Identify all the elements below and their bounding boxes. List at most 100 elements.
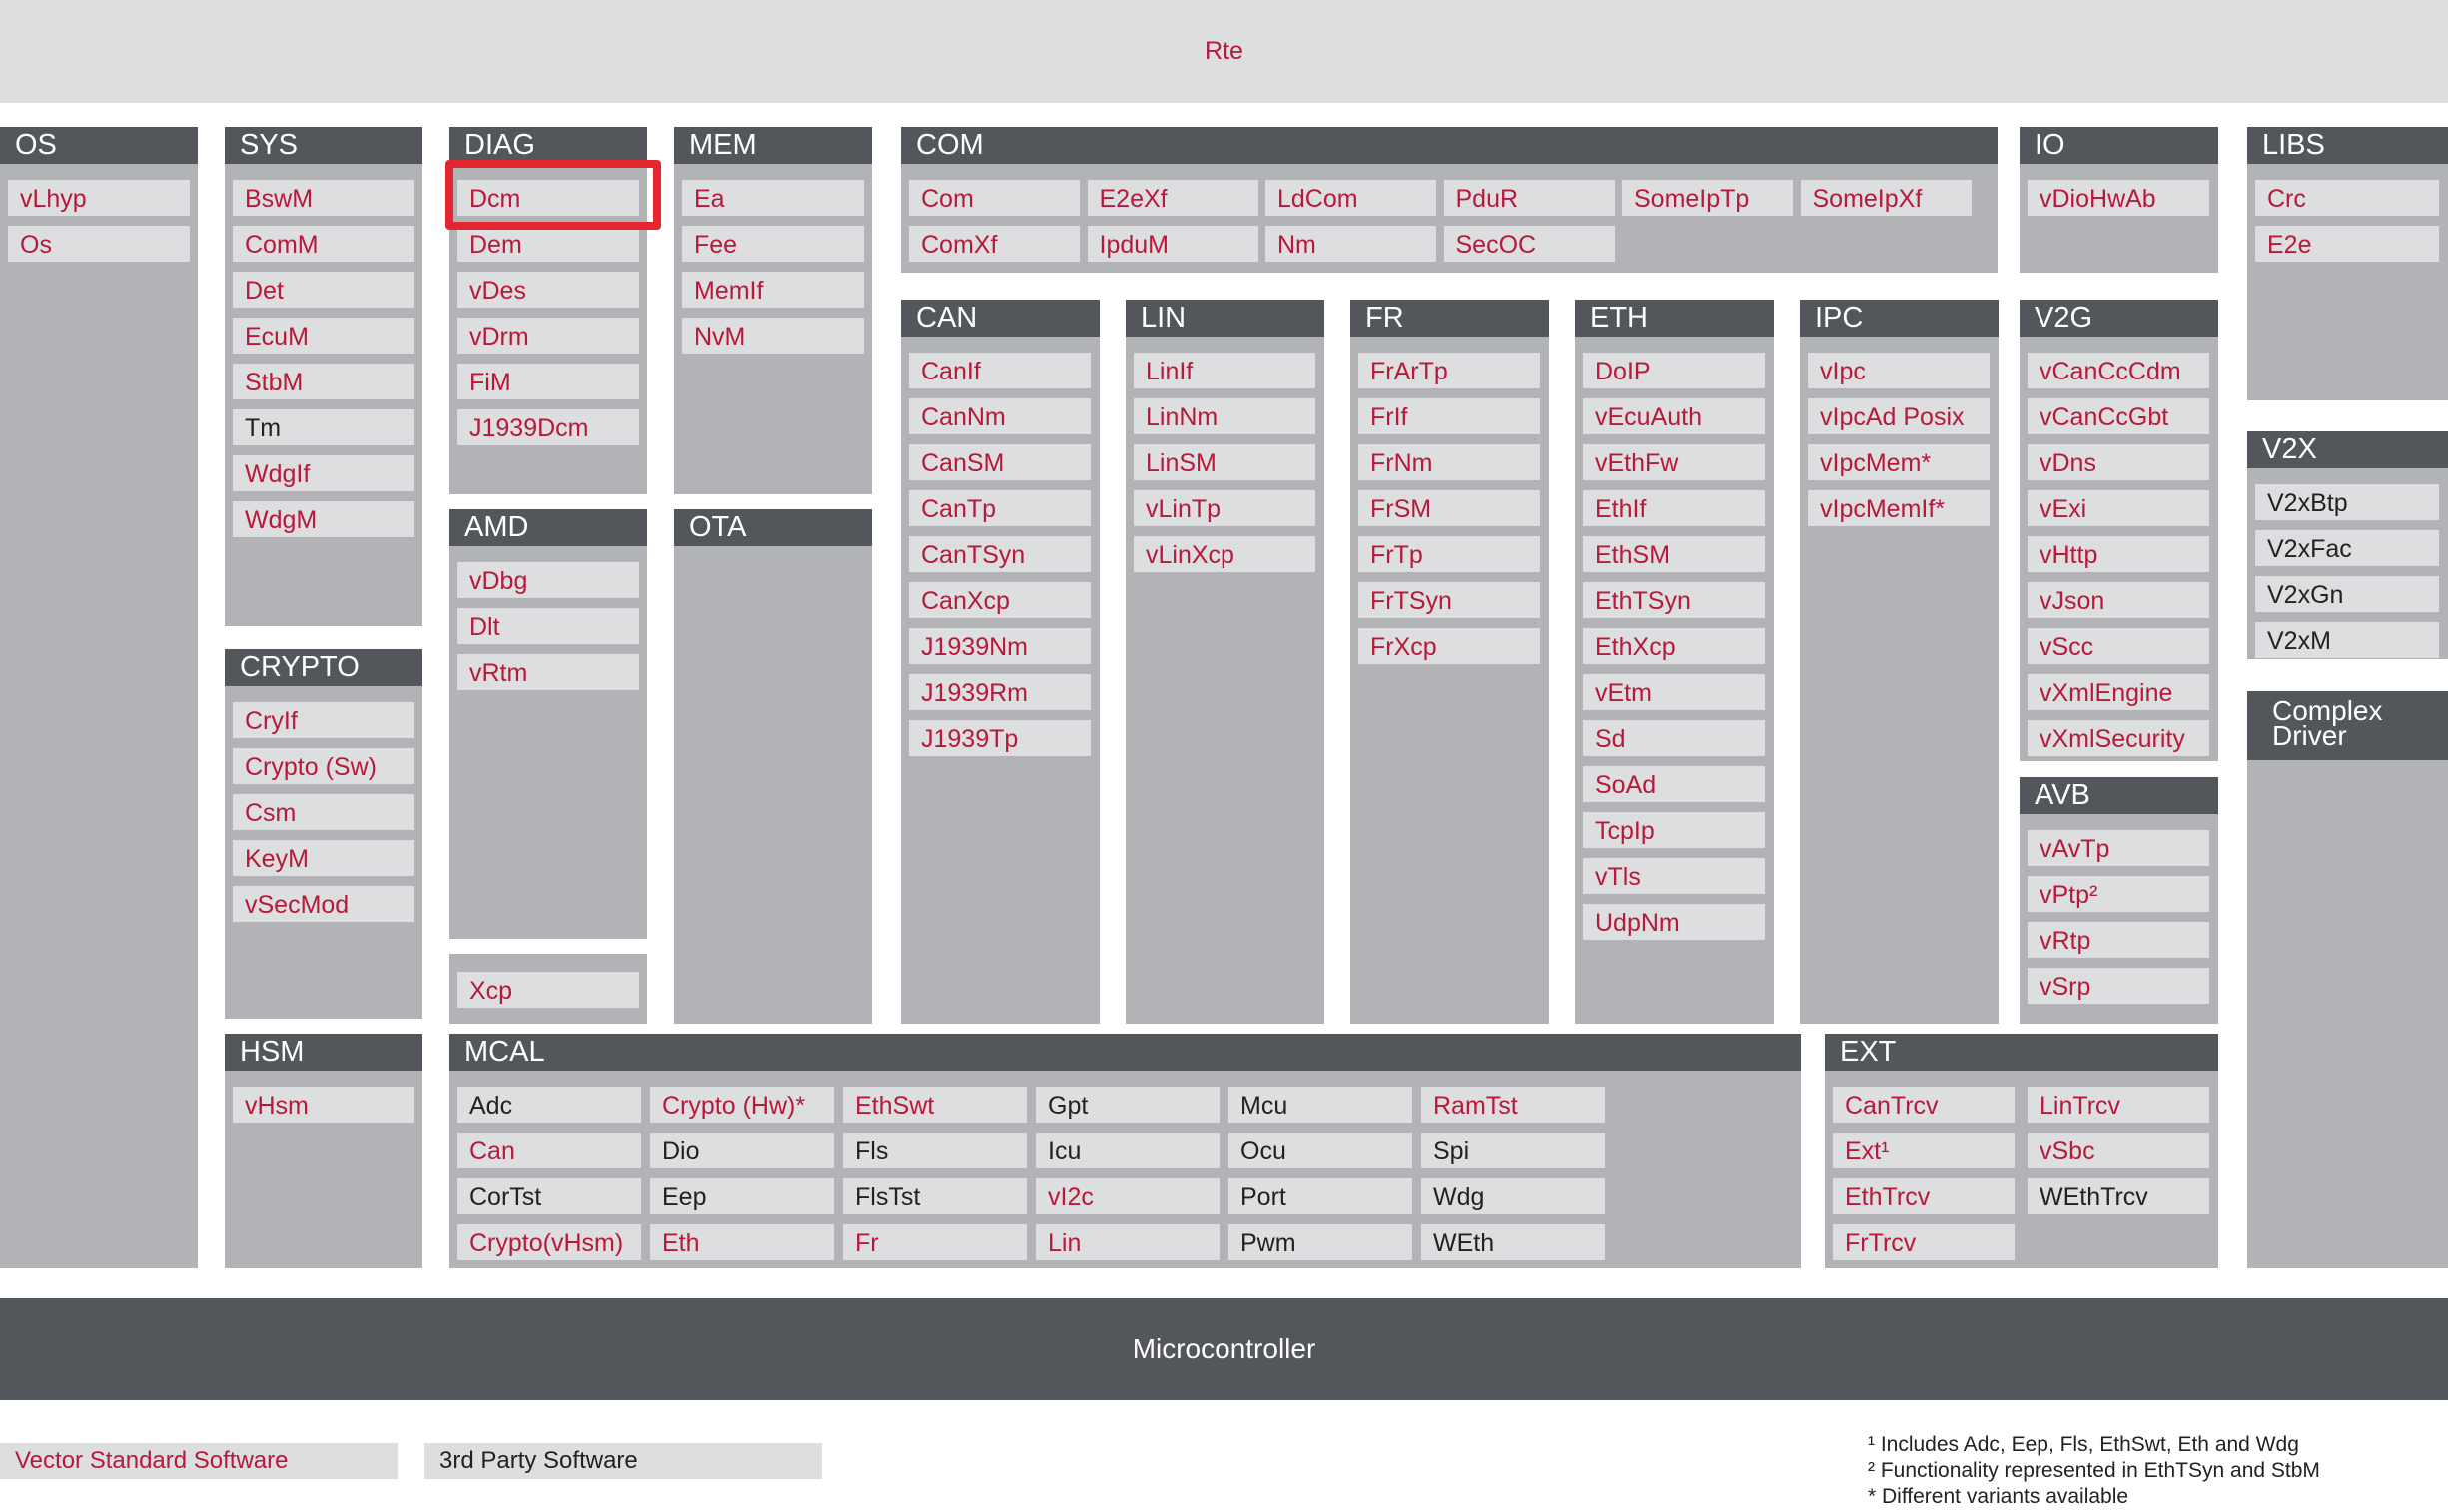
module-linnm[interactable]: LinNm — [1134, 398, 1315, 434]
module-someipxf[interactable]: SomeIpXf — [1800, 180, 1972, 216]
module-sd[interactable]: Sd — [1583, 720, 1765, 756]
module-ldcom[interactable]: LdCom — [1265, 180, 1436, 216]
module-vdns[interactable]: vDns — [2028, 444, 2209, 480]
module-nm[interactable]: Nm — [1265, 226, 1436, 262]
module-vexi[interactable]: vExi — [2028, 490, 2209, 526]
module-crc[interactable]: Crc — [2255, 180, 2439, 216]
module-secoc[interactable]: SecOC — [1443, 226, 1615, 262]
module-fr[interactable]: Fr — [843, 1224, 1027, 1260]
module-tcpip[interactable]: TcpIp — [1583, 812, 1765, 848]
module-vcanccgbt[interactable]: vCanCcGbt — [2028, 398, 2209, 434]
module-cannm[interactable]: CanNm — [909, 398, 1091, 434]
module-vdiohwab[interactable]: vDioHwAb — [2028, 180, 2209, 216]
module-crypto-hw[interactable]: Crypto (Hw)* — [650, 1087, 834, 1123]
module-cansm[interactable]: CanSM — [909, 444, 1091, 480]
module-gpt[interactable]: Gpt — [1036, 1087, 1220, 1123]
module-cryif[interactable]: CryIf — [233, 702, 414, 738]
module-vptp[interactable]: vPtp² — [2028, 876, 2209, 912]
module-comm[interactable]: ComM — [233, 226, 414, 262]
module-mcu[interactable]: Mcu — [1228, 1087, 1412, 1123]
module-j1939tp[interactable]: J1939Tp — [909, 720, 1091, 756]
module-vdbg[interactable]: vDbg — [457, 562, 639, 598]
module-canxcp[interactable]: CanXcp — [909, 582, 1091, 618]
module-cantrcv[interactable]: CanTrcv — [1833, 1087, 2015, 1123]
module-lintrcv[interactable]: LinTrcv — [2028, 1087, 2209, 1123]
module-frxcp[interactable]: FrXcp — [1358, 628, 1540, 664]
module-comxf[interactable]: ComXf — [909, 226, 1080, 262]
module-frif[interactable]: FrIf — [1358, 398, 1540, 434]
module-vsbc[interactable]: vSbc — [2028, 1133, 2209, 1168]
module-vdrm[interactable]: vDrm — [457, 318, 639, 354]
module-eep[interactable]: Eep — [650, 1178, 834, 1214]
module-vlhyp[interactable]: vLhyp — [8, 180, 190, 216]
module-ethswt[interactable]: EthSwt — [843, 1087, 1027, 1123]
module-vavtp[interactable]: vAvTp — [2028, 830, 2209, 866]
module-pwm[interactable]: Pwm — [1228, 1224, 1412, 1260]
module-fls[interactable]: Fls — [843, 1133, 1027, 1168]
module-fee[interactable]: Fee — [682, 226, 864, 262]
module-vcancccdm[interactable]: vCanCcCdm — [2028, 353, 2209, 388]
module-lin[interactable]: Lin — [1036, 1224, 1220, 1260]
module-port[interactable]: Port — [1228, 1178, 1412, 1214]
module-flstst[interactable]: FlsTst — [843, 1178, 1027, 1214]
module-wdgif[interactable]: WdgIf — [233, 455, 414, 491]
module-vetm[interactable]: vEtm — [1583, 674, 1765, 710]
module-vipc[interactable]: vIpc — [1808, 353, 1990, 388]
module-weth[interactable]: WEth — [1421, 1224, 1605, 1260]
module-tm[interactable]: Tm — [233, 409, 414, 445]
module-stbm[interactable]: StbM — [233, 364, 414, 399]
module-crypto-vhsm[interactable]: Crypto(vHsm) — [457, 1224, 641, 1260]
module-frtrcv[interactable]: FrTrcv — [1833, 1224, 2015, 1260]
module-eth[interactable]: Eth — [650, 1224, 834, 1260]
module-j1939dcm[interactable]: J1939Dcm — [457, 409, 639, 445]
module-frnm[interactable]: FrNm — [1358, 444, 1540, 480]
module-e2e[interactable]: E2e — [2255, 226, 2439, 262]
module-v2xm[interactable]: V2xM — [2255, 622, 2439, 658]
module-vipcmem[interactable]: vIpcMem* — [1808, 444, 1990, 480]
module-vhttp[interactable]: vHttp — [2028, 536, 2209, 572]
module-vdes[interactable]: vDes — [457, 272, 639, 308]
module-ethif[interactable]: EthIf — [1583, 490, 1765, 526]
module-v2xbtp[interactable]: V2xBtp — [2255, 484, 2439, 520]
module-e2exf[interactable]: E2eXf — [1087, 180, 1258, 216]
module-pdur[interactable]: PduR — [1443, 180, 1615, 216]
module-ipdum[interactable]: IpduM — [1087, 226, 1258, 262]
module-j1939nm[interactable]: J1939Nm — [909, 628, 1091, 664]
module-vjson[interactable]: vJson — [2028, 582, 2209, 618]
module-vrtp[interactable]: vRtp — [2028, 922, 2209, 958]
module-vtls[interactable]: vTls — [1583, 858, 1765, 894]
module-vipcmemif[interactable]: vIpcMemIf* — [1808, 490, 1990, 526]
module-ethxcp[interactable]: EthXcp — [1583, 628, 1765, 664]
module-memif[interactable]: MemIf — [682, 272, 864, 308]
module-keym[interactable]: KeyM — [233, 840, 414, 876]
module-someiptp[interactable]: SomeIpTp — [1622, 180, 1793, 216]
module-linif[interactable]: LinIf — [1134, 353, 1315, 388]
module-frtp[interactable]: FrTp — [1358, 536, 1540, 572]
module-fim[interactable]: FiM — [457, 364, 639, 399]
module-linsm[interactable]: LinSM — [1134, 444, 1315, 480]
module-os[interactable]: Os — [8, 226, 190, 262]
module-vsecmod[interactable]: vSecMod — [233, 886, 414, 922]
module-j1939rm[interactable]: J1939Rm — [909, 674, 1091, 710]
module-vecuauth[interactable]: vEcuAuth — [1583, 398, 1765, 434]
module-vsrp[interactable]: vSrp — [2028, 968, 2209, 1004]
module-csm[interactable]: Csm — [233, 794, 414, 830]
module-vlinxcp[interactable]: vLinXcp — [1134, 536, 1315, 572]
module-doip[interactable]: DoIP — [1583, 353, 1765, 388]
module-wdgm[interactable]: WdgM — [233, 501, 414, 537]
module-ethtsyn[interactable]: EthTSyn — [1583, 582, 1765, 618]
module-vrtm[interactable]: vRtm — [457, 654, 639, 690]
module-cantp[interactable]: CanTp — [909, 490, 1091, 526]
module-det[interactable]: Det — [233, 272, 414, 308]
module-can[interactable]: Can — [457, 1133, 641, 1168]
module-vlintp[interactable]: vLinTp — [1134, 490, 1315, 526]
module-icu[interactable]: Icu — [1036, 1133, 1220, 1168]
module-frartp[interactable]: FrArTp — [1358, 353, 1540, 388]
module-frtsyn[interactable]: FrTSyn — [1358, 582, 1540, 618]
module-crypto-sw[interactable]: Crypto (Sw) — [233, 748, 414, 784]
module-vscc[interactable]: vScc — [2028, 628, 2209, 664]
module-dem[interactable]: Dem — [457, 226, 639, 262]
module-dlt[interactable]: Dlt — [457, 608, 639, 644]
module-v2xgn[interactable]: V2xGn — [2255, 576, 2439, 612]
module-soad[interactable]: SoAd — [1583, 766, 1765, 802]
